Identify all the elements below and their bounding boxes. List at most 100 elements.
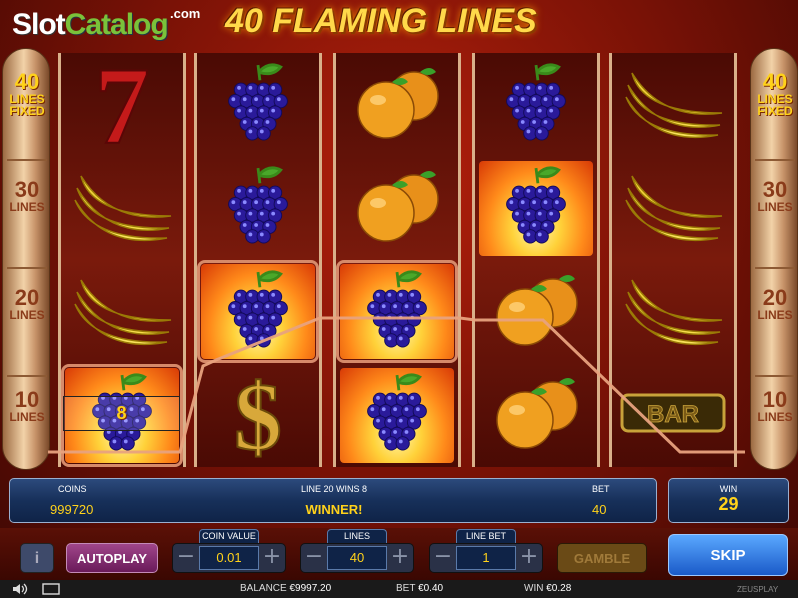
orange-icon [481,265,591,359]
line-bet-label: LINE BET [456,529,516,543]
control-bar: i AUTOPLAY COIN VALUE − 0.01 + LINES − 4… [0,528,798,580]
line-bet-minus-button[interactable]: − [430,544,456,572]
line-indicator-separator [755,375,795,377]
line-win-box: 8 [63,396,180,431]
logo-catalog-text: Catalog [64,8,169,41]
logo-com-text: .com [170,6,201,21]
reel-5: BAR [609,53,737,467]
coin-value-stepper: COIN VALUE − 0.01 + [172,529,286,573]
balance-value: €9997.20 [289,583,332,594]
symbol-banana [61,157,183,260]
line-indicator-number: 10 [14,387,40,412]
line-win-amount: 8 [116,403,127,423]
autoplay-button[interactable]: AUTOPLAY [66,543,158,573]
line-indicator-10: 10 LINES [3,387,51,424]
win-label: WIN [719,484,738,494]
line-indicator-separator [7,375,47,377]
symbol-orange [475,260,597,363]
banana-icon [618,63,728,147]
line-win-text: LINE 20 WINS 8 [300,484,368,494]
lines-stepper: LINES − 40 + [300,529,414,573]
line-indicator-number: 30 [14,177,40,202]
bet-value: 40 [592,502,607,517]
line-indicator-label: LINES [757,200,793,214]
line-indicator-separator [7,159,47,161]
win-frame [197,260,319,363]
win-value: 29 [718,494,739,514]
coin-value-plus-button[interactable]: + [259,544,285,572]
line-indicator-label: LINES [9,308,45,322]
line-indicator-10: 10 LINES [751,389,798,424]
skip-button[interactable]: SKIP [668,534,788,576]
grapes-icon [342,365,452,465]
reel-2: $ [194,53,322,471]
orange-icon [342,58,452,152]
dollar-icon: $ [208,362,308,471]
coin-value-label: COIN VALUE [199,529,259,543]
line-indicator-30: 30 LINES [3,177,51,214]
symbol-banana [612,260,734,363]
symbol-orange [475,364,597,467]
grapes-icon [481,55,591,155]
banana-icon [618,270,728,354]
lines-plus-button[interactable]: + [387,544,413,572]
line-bet-plus-button[interactable]: + [516,544,542,572]
win-frame [336,260,458,363]
line-indicator-number: 40 [14,69,40,94]
line-indicator-number: 40 [762,69,788,94]
bar-icon: BAR [618,391,728,439]
symbol-banana [61,260,183,363]
game-stage: SlotCatalog .com 40 FLAMING LINES 40 LINE… [0,0,798,598]
logo-slot-text: Slot [12,8,66,41]
win-text: WIN €0.28 [524,583,571,594]
line-indicator-fixed-label: FIXED [757,104,793,118]
info-button[interactable]: i [20,543,54,573]
bet-label: BET [592,484,610,494]
game-title: 40 FLAMING LINES [225,2,537,40]
symbol-banana [612,53,734,156]
symbol-grapes [336,260,458,363]
slotcatalog-logo: SlotCatalog .com [12,6,200,42]
coin-value-minus-button[interactable]: − [173,544,199,572]
line-indicator-right: 40 LINES FIXED 30 LINES 20 LINES 10 LINES [750,48,798,470]
lines-display: 40 [327,546,387,570]
lines-label: LINES [327,529,387,543]
winner-text: WINNER! [305,502,363,517]
grapes-icon [203,158,313,258]
line-indicator-20: 20 LINES [751,287,798,322]
banana-icon [618,166,728,250]
symbol-dollar: $ [197,362,319,471]
bet-text: BET €0.40 [396,583,443,594]
status-win-label: WIN [524,583,544,594]
symbol-bar: BAR [612,364,734,467]
line-indicator-label: LINES [9,200,45,214]
orange-icon [481,368,591,462]
line-indicator-number: 20 [14,285,40,310]
symbol-banana [612,157,734,260]
win-panel: WIN 29 [668,478,789,523]
status-bar: BALANCE €9997.20 BET €0.40 WIN €0.28 ZEU… [0,580,798,598]
reel-4 [472,53,600,467]
line-indicator-left: 40 LINES FIXED 30 LINES 20 LINES 10 LINES [2,48,50,470]
svg-text:BAR: BAR [647,401,699,428]
gamble-button[interactable]: GAMBLE [557,543,647,573]
balance-text: BALANCE €9997.20 [240,583,331,594]
reel-3 [333,53,461,467]
fullscreen-icon[interactable] [42,583,60,598]
line-indicator-separator [7,267,47,269]
line-bet-display: 1 [456,546,516,570]
line-indicator-40: 40 LINES FIXED [3,69,51,118]
line-indicator-label: LINES [9,410,45,424]
seven-icon: 7 [72,44,172,168]
line-indicator-separator [755,159,795,161]
svg-text:$: $ [234,365,282,461]
lines-minus-button[interactable]: − [301,544,327,572]
line-indicator-40: 40 LINES FIXED [751,69,798,118]
line-indicator-separator [755,267,795,269]
svg-text:7: 7 [95,55,150,151]
symbol-seven: 7 [61,44,183,168]
sound-icon[interactable] [12,583,28,598]
status-win-value: €0.28 [546,583,572,594]
line-indicator-number: 30 [762,177,788,202]
info-panel: COINS 999720 LINE 20 WINS 8 WINNER! BET … [9,478,657,523]
